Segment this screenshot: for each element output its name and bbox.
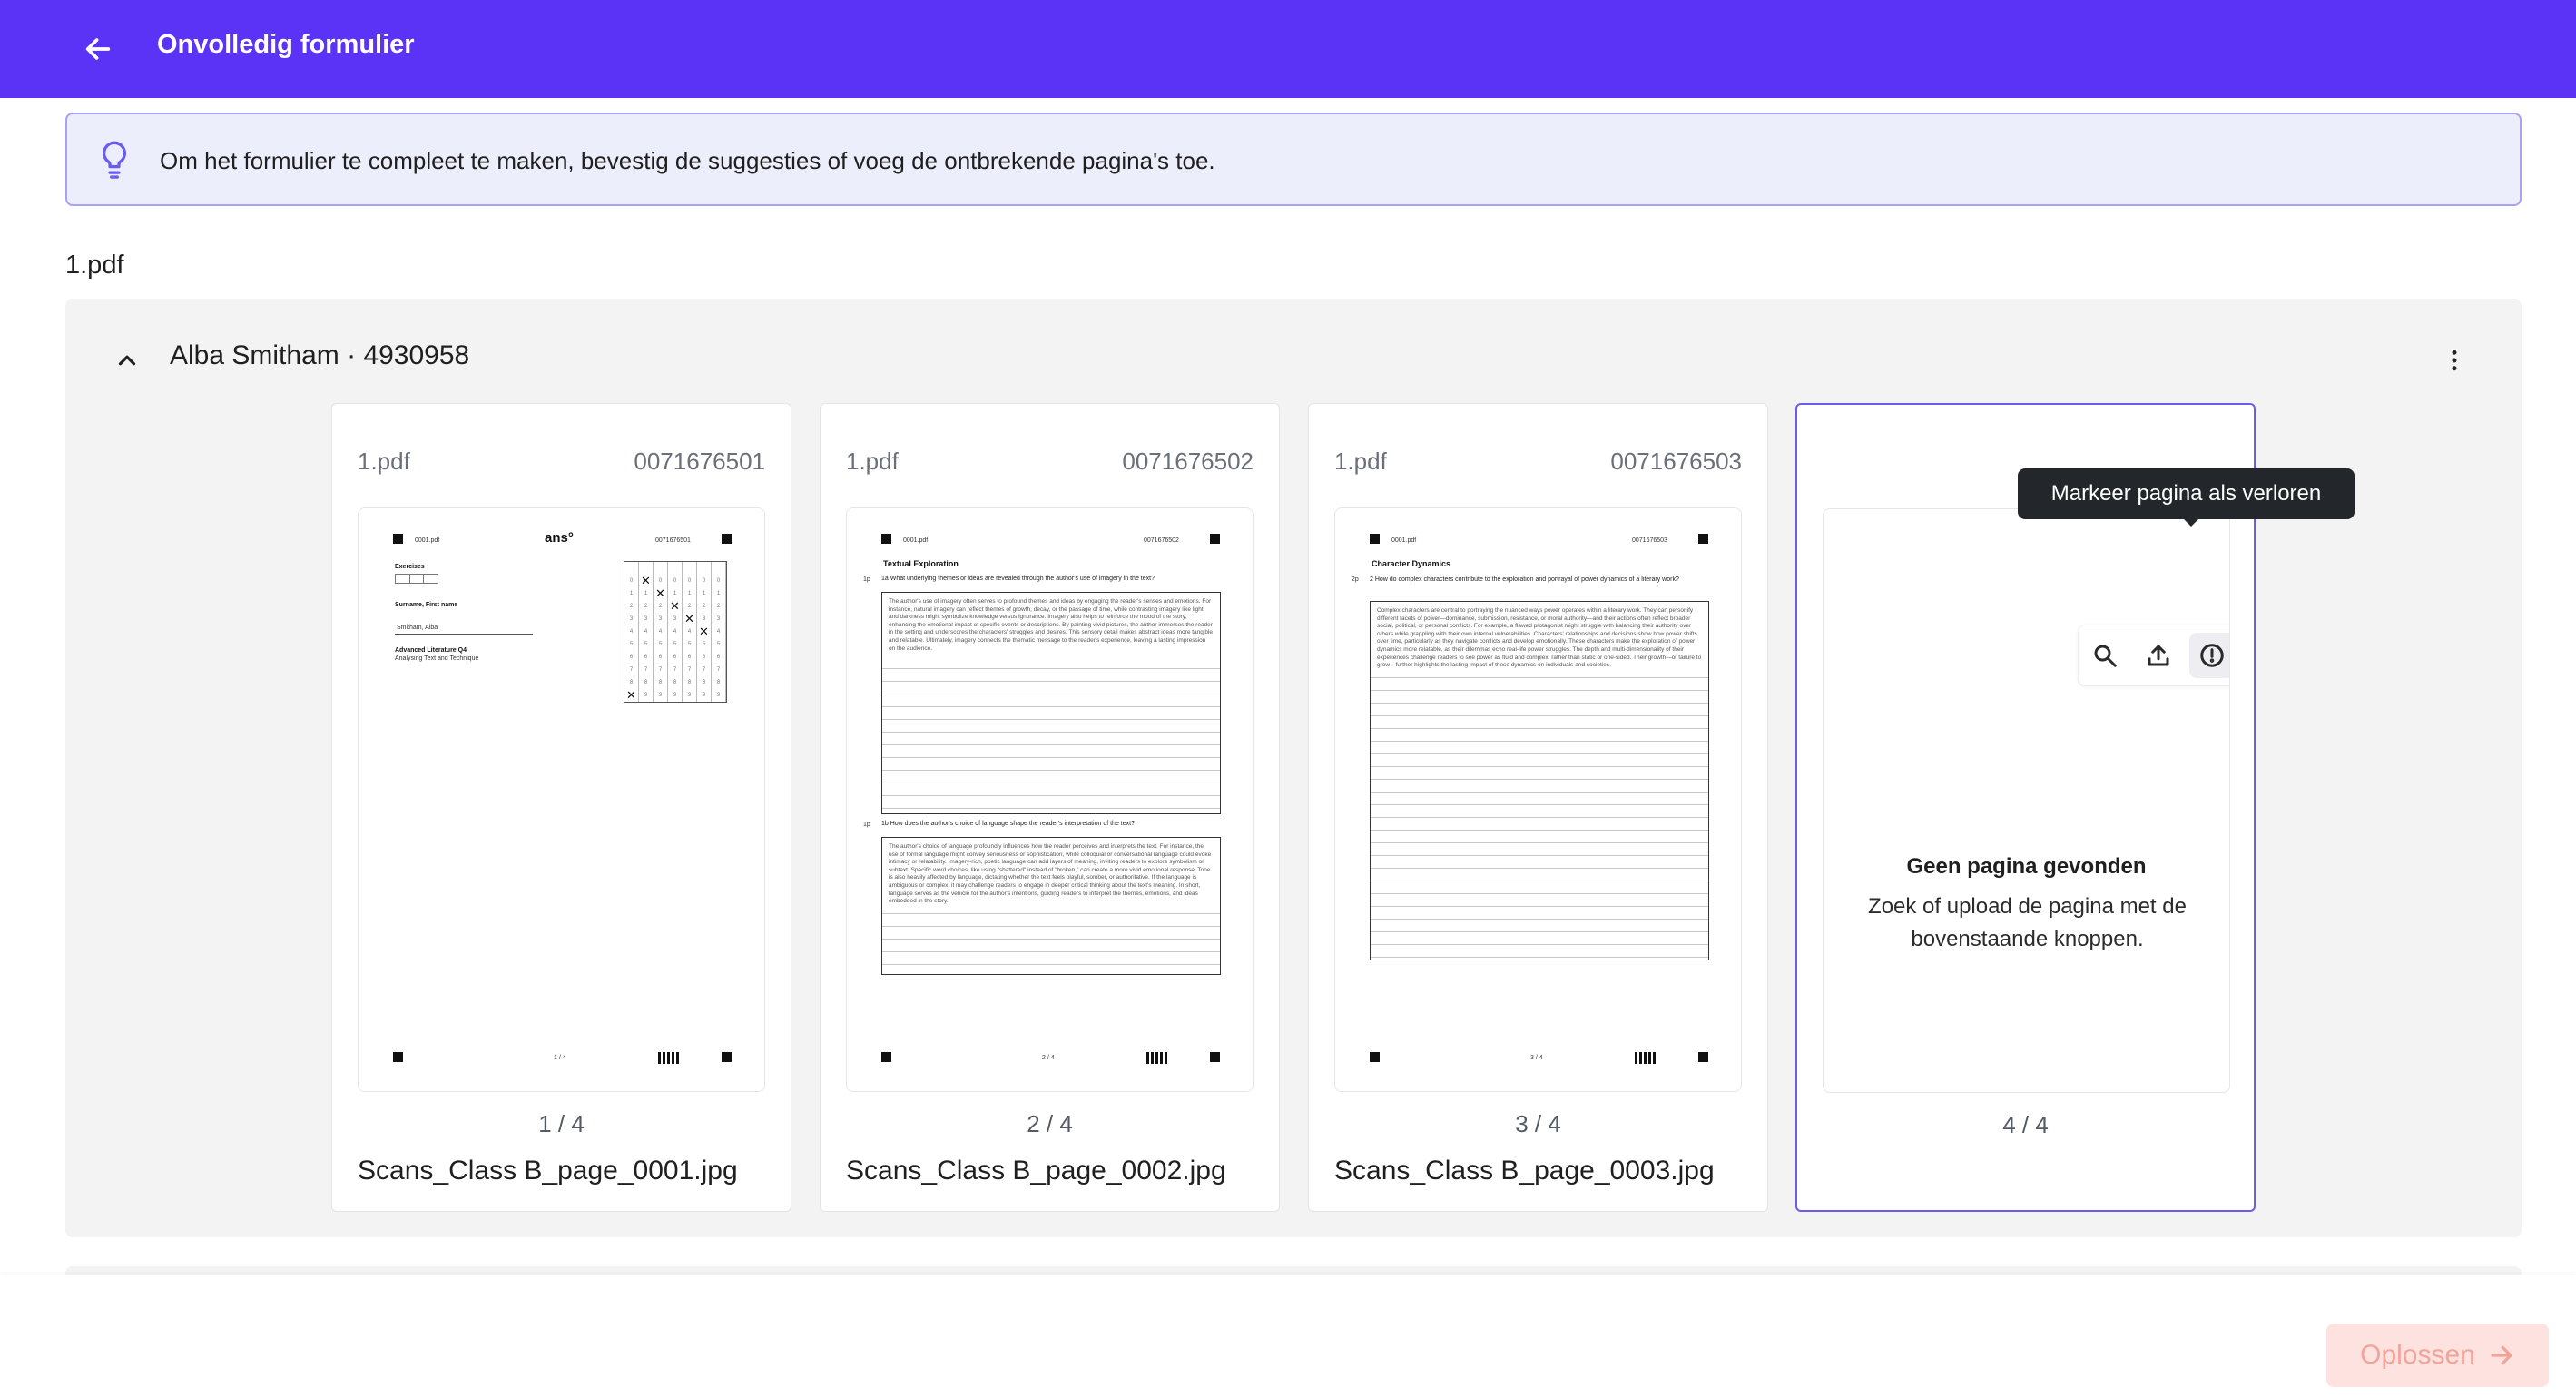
answer-text-2: Complex characters are central to portra… (1371, 602, 1708, 675)
top-bar: Onvolledig formulier (0, 0, 2576, 98)
registration-mark (1698, 1052, 1708, 1062)
more-options-button[interactable] (2433, 339, 2476, 382)
alert-circle-icon (2199, 644, 2224, 667)
card-page-code: 0071676503 (1610, 448, 1742, 475)
scan-section-title: Textual Exploration (883, 559, 959, 568)
registration-mark (722, 1052, 732, 1062)
resolve-label: Oplossen (2360, 1340, 2475, 1370)
page-thumbnail[interactable]: 0001.pdf ans° 0071676501 Exercises Surna… (358, 507, 765, 1092)
slot-action-toolbar (2078, 625, 2229, 686)
resolve-button[interactable]: Oplossen (2326, 1324, 2549, 1387)
arrow-right-icon (2491, 1345, 2512, 1365)
back-button[interactable] (76, 27, 120, 71)
registration-mark (1370, 1052, 1380, 1062)
scan-surname-label: Surname, First name (395, 602, 458, 608)
scan-footer-page: 3 / 4 (1530, 1055, 1543, 1061)
scan-exercises-label: Exercises (395, 564, 425, 570)
scan-section-title: Character Dynamics (1372, 559, 1451, 568)
search-page-button[interactable] (2082, 633, 2128, 678)
scan-name-value: Smitham, Alba (397, 625, 438, 631)
registration-mark (393, 1052, 403, 1062)
scan-header-right: 0071676503 (1632, 537, 1667, 544)
answer-box-1b: The author's choice of language profound… (881, 837, 1221, 975)
answer-box-2: Complex characters are central to portra… (1370, 601, 1709, 960)
footer-bar (0, 1275, 2576, 1398)
answer-text-1a: The author's use of imagery often serves… (882, 593, 1220, 659)
card-file-name: 1.pdf (846, 448, 899, 475)
card-page-code: 0071676502 (1122, 448, 1254, 475)
registration-mark (1370, 534, 1380, 544)
empty-state-title: Geen pagina gevonden (1906, 854, 2147, 879)
lightbulb-icon (102, 141, 127, 179)
card-page-code: 0071676501 (634, 448, 765, 475)
page-number: 3 / 4 (1515, 1110, 1561, 1137)
scan-q2-points: 1p (863, 822, 870, 828)
empty-state-description: Zoek of upload de pagina met de bovensta… (1868, 894, 2187, 951)
registration-mark (881, 1052, 891, 1062)
answer-box-1a: The author's use of imagery often serves… (881, 592, 1221, 814)
chevron-up-icon (118, 355, 136, 366)
registration-mark (393, 534, 403, 544)
card-filename: Scans_Class B_page_0003.jpg (1334, 1156, 1715, 1186)
scan-q1-points: 2p (1352, 576, 1359, 583)
scan-header-right: 0071676501 (655, 537, 691, 544)
scan-q1-points: 1p (863, 576, 870, 583)
scan-question-1b: 1b How does the author's choice of langu… (881, 821, 1135, 827)
scan-header-left: 0001.pdf (415, 537, 440, 544)
upload-page-button[interactable] (2136, 633, 2181, 678)
scan-question-2: 2 How do complex characters contribute t… (1370, 576, 1679, 583)
registration-mark (1210, 534, 1220, 544)
card-filename: Scans_Class B_page_0002.jpg (846, 1156, 1226, 1186)
student-name: Alba Smitham · 4930958 (170, 340, 470, 370)
upload-icon (2148, 645, 2169, 666)
scan-header-left: 0001.pdf (903, 537, 929, 544)
page-thumbnail[interactable]: 0001.pdf 0071676503 Character Dynamics 2… (1334, 507, 1742, 1092)
page-number: 2 / 4 (1027, 1110, 1073, 1137)
search-icon (2094, 645, 2118, 667)
page-number: 4 / 4 (2002, 1111, 2049, 1138)
card-file-name: 1.pdf (1334, 448, 1387, 475)
scan-header-left: 0001.pdf (1391, 537, 1417, 544)
scan-header-right: 0071676502 (1144, 537, 1179, 544)
page-thumbnail[interactable]: 0001.pdf 0071676502 Textual Exploration … (846, 507, 1254, 1092)
collapse-button[interactable] (105, 339, 149, 382)
ans-logo: ans° (545, 530, 574, 546)
scan-question-1a: 1a What underlying themes or ideas are r… (881, 576, 1155, 582)
info-banner: Om het formulier te compleet te maken, b… (65, 113, 2522, 206)
card-filename: Scans_Class B_page_0001.jpg (358, 1156, 738, 1186)
registration-mark (1210, 1052, 1220, 1062)
page-number: 1 / 4 (538, 1110, 585, 1137)
qr-code (1146, 1052, 1168, 1064)
card-file-name: 1.pdf (358, 448, 410, 475)
arrow-left-icon (85, 38, 111, 60)
banner-text: Om het formulier te compleet te maken, b… (160, 147, 1215, 174)
qr-code (1635, 1052, 1657, 1064)
scan-footer-page: 2 / 4 (1042, 1055, 1055, 1061)
scan-course-sub: Analysing Text and Technique (395, 655, 479, 662)
qr-code (658, 1052, 680, 1064)
mark-lost-tooltip: Markeer pagina als verloren (2018, 468, 2355, 527)
page-card-3[interactable]: 1.pdf 0071676503 0001.pdf 0071676503 Cha… (1308, 403, 1768, 1212)
page-card-1[interactable]: 1.pdf 0071676501 0001.pdf ans° 007167650… (331, 403, 791, 1212)
student-number-grid: 0 ✕ 0 0 0 0 0 1 1 ✕ 1 1 1 1 2 2 2 ✕ 2 2 2 3 3 3 3 ✕ 3 3 4 4 4 4 4 ✕ 4 … (624, 561, 727, 703)
empty-page-slot: Geen pagina gevonden Zoek of upload de p… (1823, 508, 2230, 1093)
more-vertical-icon (2452, 350, 2457, 371)
scan-footer-page: 1 / 4 (554, 1055, 566, 1061)
file-heading: 1.pdf (65, 251, 124, 280)
registration-mark (1698, 534, 1708, 544)
answer-text-1b: The author's choice of language profound… (882, 838, 1220, 911)
name-underline (395, 634, 533, 635)
registration-mark (722, 534, 732, 544)
mark-lost-button[interactable] (2188, 633, 2229, 678)
scan-course: Advanced Literature Q4 (395, 647, 467, 654)
page-card-2[interactable]: 1.pdf 0071676502 0001.pdf 0071676502 Tex… (820, 403, 1280, 1212)
registration-mark (881, 534, 891, 544)
page-title: Onvolledig formulier (157, 30, 415, 59)
exercise-boxes (395, 574, 438, 584)
